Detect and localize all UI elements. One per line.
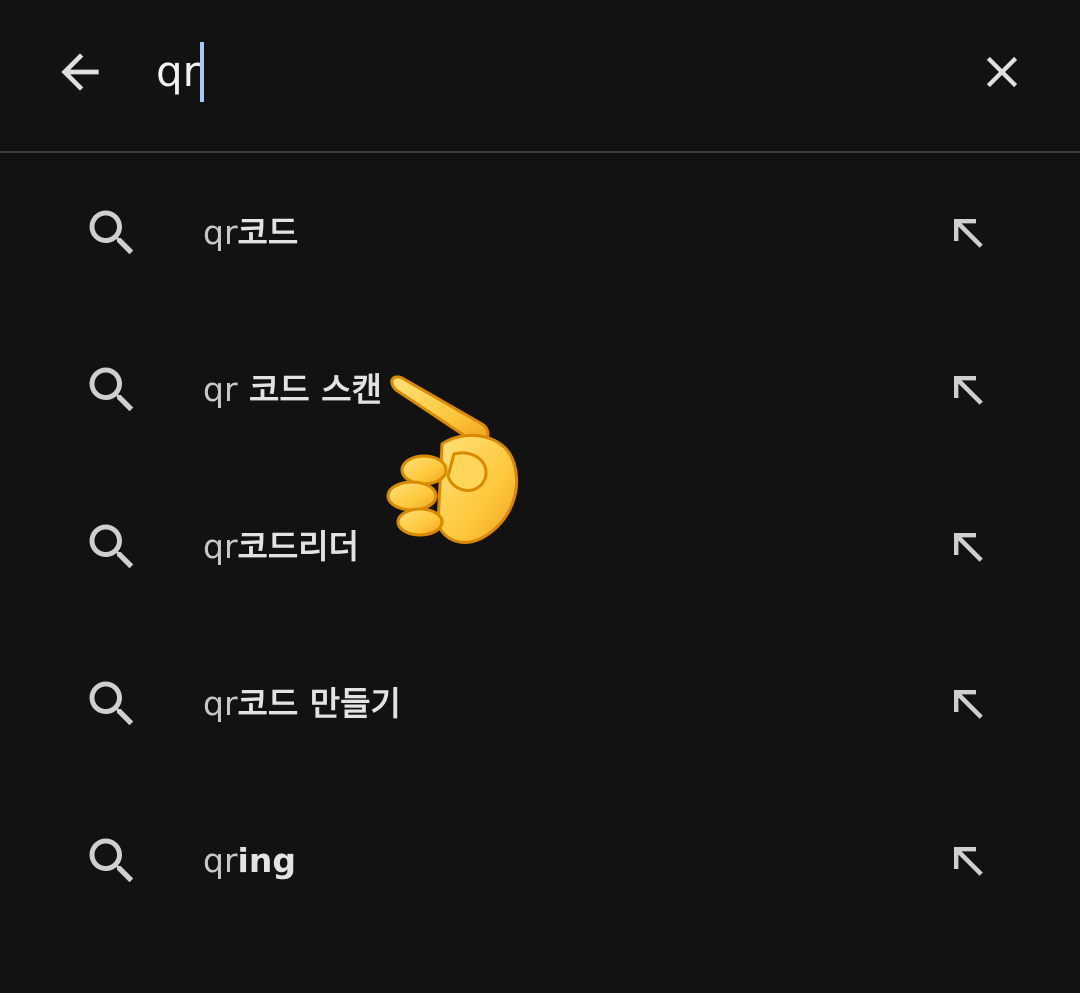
suggestion-item[interactable]: qring: [0, 785, 1080, 942]
search-icon: [89, 210, 134, 255]
clear-search-button[interactable]: [962, 32, 1042, 112]
suggestion-item[interactable]: qr 코드 스캔: [0, 314, 1080, 471]
arrow-up-left-icon: [954, 690, 983, 719]
search-input[interactable]: qr: [156, 36, 204, 108]
search-icon: [89, 838, 134, 883]
fill-query-button[interactable]: [936, 829, 1000, 893]
suggestion-item[interactable]: qr코드 만들기: [0, 628, 1080, 785]
suggestion-label: qr코드리더: [203, 527, 359, 566]
arrow-up-left-icon: [954, 533, 983, 562]
search-divider: [0, 151, 1080, 153]
fill-query-button[interactable]: [936, 201, 1000, 265]
fill-query-button[interactable]: [936, 358, 1000, 422]
fill-query-button[interactable]: [936, 515, 1000, 579]
search-bar: qr: [0, 0, 1080, 151]
search-icon: [89, 681, 134, 726]
suggestion-label: qr코드 만들기: [203, 684, 401, 723]
back-button[interactable]: [40, 32, 120, 112]
arrow-left-icon: [61, 53, 99, 91]
suggestion-label: qring: [203, 841, 296, 880]
close-icon: [986, 56, 1018, 88]
fill-query-button[interactable]: [936, 672, 1000, 736]
search-icon: [89, 524, 134, 569]
suggestion-list: qr코드 qr 코드 스캔 qr코드리더 qr코드 만들기 qring: [0, 157, 1080, 942]
search-query-text[interactable]: qr: [156, 51, 200, 93]
suggestion-label: qr 코드 스캔: [203, 370, 382, 409]
arrow-up-left-icon: [954, 219, 983, 248]
search-icon: [89, 367, 134, 412]
text-caret: [199, 42, 204, 102]
suggestion-item[interactable]: qr코드리더: [0, 471, 1080, 628]
suggestion-item[interactable]: qr코드: [0, 157, 1080, 314]
arrow-up-left-icon: [954, 847, 983, 876]
arrow-up-left-icon: [954, 376, 983, 405]
suggestion-label: qr코드: [203, 213, 299, 252]
